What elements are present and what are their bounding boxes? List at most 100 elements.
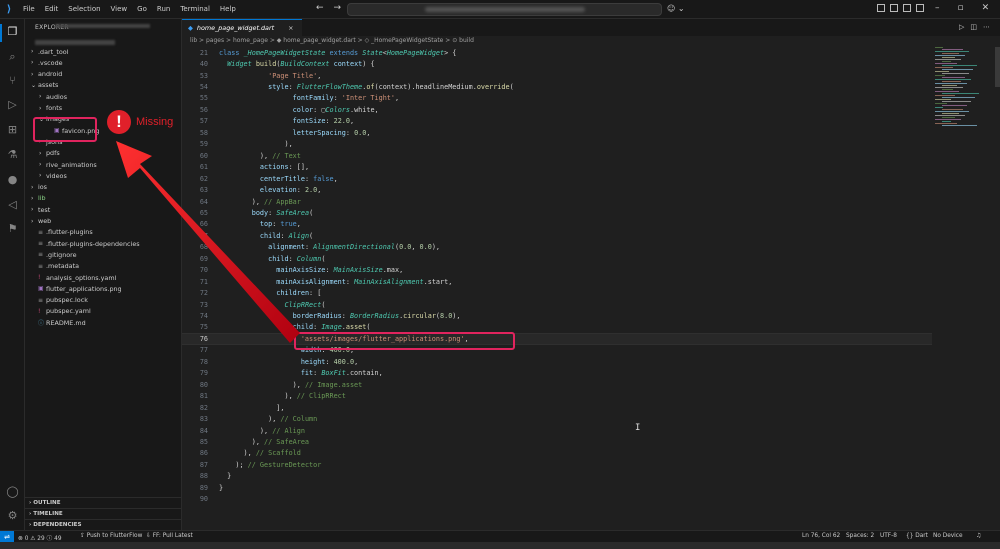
menu-selection[interactable]: Selection — [63, 5, 105, 13]
code-line[interactable]: 53 'Page Title', — [182, 70, 932, 81]
redacted-root-folder[interactable] — [35, 40, 115, 45]
toggle-panel-icon[interactable] — [890, 4, 898, 12]
tree-folder[interactable]: ⌄ assets — [31, 80, 58, 91]
tab-home-page-widget[interactable]: ◆ home_page_widget.dart × — [182, 19, 302, 36]
code-line[interactable]: 84 ), // Align — [182, 425, 932, 436]
language-mode[interactable]: {} Dart — [906, 533, 928, 539]
tree-file[interactable]: ≡ pubspec.lock — [31, 295, 88, 306]
menu-view[interactable]: View — [106, 5, 133, 13]
tree-folder[interactable]: › audios — [39, 91, 67, 102]
explorer-files-icon[interactable]: ❐ — [5, 24, 20, 39]
code-line[interactable]: 72 children: [ — [182, 287, 932, 298]
menu-run[interactable]: Run — [152, 5, 175, 13]
maximize-icon[interactable]: ▫ — [958, 3, 964, 13]
tree-folder[interactable]: › fonts — [39, 103, 62, 114]
forward-arrow-icon[interactable]: → — [334, 3, 342, 13]
flutterflow-icon[interactable]: ⚑ — [5, 221, 20, 236]
code-line[interactable]: 67 child: Align( — [182, 230, 932, 241]
code-line[interactable]: 65 body: SafeArea( — [182, 207, 932, 218]
tree-folder[interactable]: › rive_animations — [39, 159, 97, 170]
split-editor-icon[interactable]: ◫ — [970, 23, 977, 31]
source-control-icon[interactable]: ⑂ — [5, 73, 20, 88]
extensions-icon[interactable]: ⊞ — [5, 122, 20, 137]
menu-edit[interactable]: Edit — [40, 5, 64, 13]
code-line[interactable]: 66 top: true, — [182, 219, 932, 230]
tree-folder[interactable]: › android — [31, 69, 62, 80]
code-line[interactable]: 78 height: 400.0, — [182, 356, 932, 367]
tree-folder[interactable]: › videos — [39, 170, 67, 181]
code-line[interactable]: 88 } — [182, 471, 932, 482]
code-line[interactable]: 86 ), // Scaffold — [182, 448, 932, 459]
settings-gear-icon[interactable]: ⚙ — [5, 508, 20, 523]
tree-file[interactable]: ≡ .metadata — [31, 261, 79, 272]
tree-file[interactable]: ⓘ README.md — [31, 317, 86, 328]
tree-file[interactable]: ! pubspec.yaml — [31, 306, 91, 317]
push-to-flutterflow-button[interactable]: ⇪ Push to FlutterFlow — [80, 533, 142, 539]
code-line[interactable]: 63 elevation: 2.0, — [182, 184, 932, 195]
menu-terminal[interactable]: Terminal — [175, 5, 215, 13]
outline-section[interactable]: › OUTLINE — [25, 497, 182, 508]
code-line[interactable]: 71 mainAxisAlignment: MainAxisAlignment.… — [182, 276, 932, 287]
testing-flask-icon[interactable]: ⚗ — [5, 147, 20, 162]
tree-file[interactable]: ≡ .gitignore — [31, 249, 77, 260]
code-line[interactable]: 87 ); // GestureDetector — [182, 459, 932, 470]
code-line[interactable]: 61 actions: [], — [182, 162, 932, 173]
tree-file[interactable]: ▣ flutter_applications.png — [31, 283, 122, 294]
code-line[interactable]: 58 letterSpacing: 0.0, — [182, 127, 932, 138]
breadcrumb[interactable]: lib > pages > home_page > ◆ home_page_wi… — [190, 37, 474, 44]
code-line[interactable]: 81 ), // ClipRRect — [182, 391, 932, 402]
device-selector[interactable]: No Device — [933, 533, 963, 539]
code-line[interactable]: 54 style: FlutterFlowTheme.of(context).h… — [182, 81, 932, 92]
tree-folder[interactable]: › .vscode — [31, 57, 63, 68]
code-line[interactable]: 40 Widget build(BuildContext context) { — [182, 58, 932, 69]
command-center-search[interactable] — [347, 3, 662, 16]
tree-folder[interactable]: › pdfs — [39, 148, 60, 159]
customize-layout-icon[interactable] — [916, 4, 924, 12]
flutter-icon[interactable]: ◁ — [5, 197, 20, 212]
code-line[interactable]: 82 ], — [182, 402, 932, 413]
cursor-position[interactable]: Ln 76, Col 62 — [802, 533, 840, 539]
code-line[interactable]: 62 centerTitle: false, — [182, 173, 932, 184]
editor-scrollbar[interactable] — [995, 47, 1000, 87]
copilot-icon[interactable]: ☺ ⌄ — [667, 4, 685, 13]
run-icon[interactable]: ▷ — [959, 23, 964, 31]
code-line[interactable]: 64 ), // AppBar — [182, 196, 932, 207]
github-icon[interactable]: ● — [5, 172, 20, 187]
code-line[interactable]: 57 fontSize: 22.0, — [182, 116, 932, 127]
toggle-sidebar-icon[interactable] — [877, 4, 885, 12]
code-editor[interactable]: 21 class _HomePageWidgetState extends Sta… — [182, 47, 932, 507]
tree-folder[interactable]: › .dart_tool — [31, 46, 68, 57]
notifications-bell-icon[interactable]: ♫ — [976, 533, 981, 539]
indentation[interactable]: Spaces: 2 — [846, 533, 874, 539]
tree-folder[interactable]: › lib — [31, 193, 46, 204]
code-line[interactable]: 21 class _HomePageWidgetState extends Sta… — [182, 47, 932, 58]
more-actions-icon[interactable]: ⋯ — [983, 23, 990, 31]
code-line[interactable]: 55 fontFamily: 'Inter Tight', — [182, 93, 932, 104]
code-line[interactable]: 60 ), // Text — [182, 150, 932, 161]
tree-folder[interactable]: › ios — [31, 182, 47, 193]
code-line[interactable]: 73 ClipRRect( — [182, 299, 932, 310]
code-line[interactable]: 69 child: Column( — [182, 253, 932, 264]
code-line[interactable]: 80 ), // Image.asset — [182, 379, 932, 390]
code-line[interactable]: 68 alignment: AlignmentDirectional(0.0, … — [182, 242, 932, 253]
back-arrow-icon[interactable]: ← — [316, 3, 324, 13]
dependencies-section[interactable]: › DEPENDENCIES — [25, 519, 182, 530]
code-line[interactable]: 79 fit: BoxFit.contain, — [182, 368, 932, 379]
code-line[interactable]: 85 ), // SafeArea — [182, 436, 932, 447]
close-icon[interactable]: ✕ — [982, 3, 990, 13]
code-line[interactable]: 74 borderRadius: BorderRadius.circular(8… — [182, 310, 932, 321]
code-line[interactable]: 70 mainAxisSize: MainAxisSize.max, — [182, 265, 932, 276]
menu-file[interactable]: File — [18, 5, 40, 13]
minimize-icon[interactable]: – — [935, 3, 940, 13]
tree-folder[interactable]: › web — [31, 216, 51, 227]
code-line[interactable]: 56 color: ▢Colors.white, — [182, 104, 932, 115]
encoding[interactable]: UTF-8 — [880, 533, 897, 539]
code-line[interactable]: 59 ), — [182, 139, 932, 150]
minimap[interactable] — [933, 47, 993, 137]
tree-file[interactable]: ≡ .flutter-plugins-dependencies — [31, 238, 140, 249]
ff-pull-latest-button[interactable]: ⇩ FF: Pull Latest — [146, 533, 193, 539]
timeline-section[interactable]: › TIMELINE — [25, 508, 182, 519]
account-icon[interactable]: ◯ — [5, 484, 20, 499]
toggle-secondary-sidebar-icon[interactable] — [903, 4, 911, 12]
tree-folder[interactable]: › test — [31, 204, 50, 215]
